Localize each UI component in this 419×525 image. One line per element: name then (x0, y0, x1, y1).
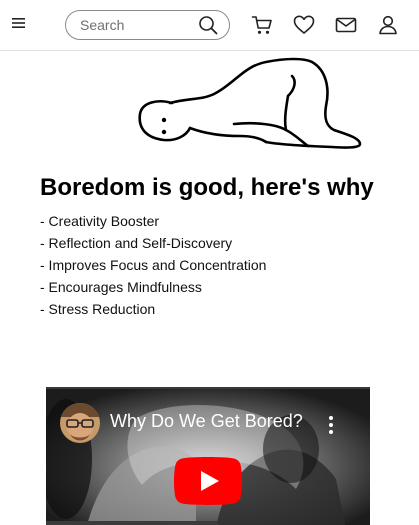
more-options-icon[interactable] (326, 415, 336, 435)
heart-icon[interactable] (293, 14, 315, 36)
benefit-item: - Creativity Booster (40, 213, 160, 229)
video-title[interactable]: Why Do We Get Bored? (110, 411, 303, 432)
video-embed[interactable]: Why Do We Get Bored? (46, 387, 370, 525)
site-header (0, 0, 419, 51)
user-icon[interactable] (377, 14, 399, 36)
benefits-list: - Creativity Booster - Reflection and Se… (40, 210, 266, 320)
benefit-item: - Stress Reduction (40, 301, 156, 317)
play-button[interactable] (174, 457, 242, 505)
article-title: Boredom is good, here's why (40, 174, 374, 201)
benefit-item: - Improves Focus and Concentration (40, 257, 267, 273)
search-icon[interactable] (198, 15, 218, 35)
cart-icon[interactable] (251, 14, 273, 36)
benefit-item: - Reflection and Self-Discovery (40, 235, 233, 251)
menu-icon[interactable] (11, 16, 27, 30)
search-box (65, 10, 230, 40)
benefit-item: - Encourages Mindfulness (40, 279, 202, 295)
channel-avatar[interactable] (60, 403, 100, 443)
bored-figure-illustration (136, 56, 362, 152)
mail-icon[interactable] (335, 14, 357, 36)
search-input[interactable] (80, 16, 190, 34)
video-progress-bar[interactable] (46, 521, 218, 525)
